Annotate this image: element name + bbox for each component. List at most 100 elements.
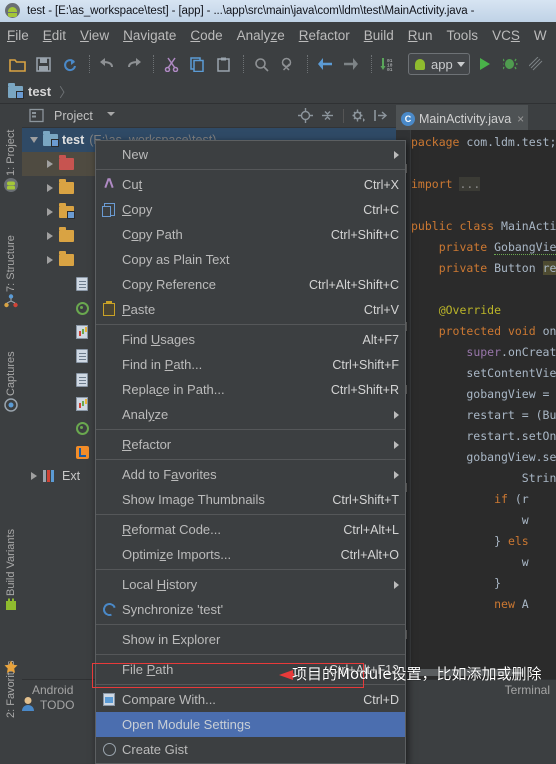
menu-item-copy-as-plain-text[interactable]: Copy as Plain Text <box>96 247 405 272</box>
menu-item-label: Refactor <box>122 437 172 452</box>
menu-item-find-usages[interactable]: Find Usages Alt+F7 <box>96 327 405 352</box>
editor-tab-strip: C MainActivity.java × <box>396 104 556 130</box>
menu-item-open-module-settings[interactable]: Open Module Settings <box>96 712 405 737</box>
editor-tab-mainactivity[interactable]: C MainActivity.java × <box>396 105 529 130</box>
menu-item-optimize-imports[interactable]: Optimize Imports... Ctrl+Alt+O <box>96 542 405 567</box>
menu-tools[interactable]: Tools <box>440 26 486 45</box>
project-view-icon <box>29 108 45 124</box>
scroll-from-source-icon[interactable] <box>298 107 314 124</box>
menu-item-create-gist[interactable]: Create Gist <box>96 737 405 762</box>
menu-item-show-image-thumbnails[interactable]: Show Image Thumbnails Ctrl+Shift+T <box>96 487 405 512</box>
collapse-all-icon[interactable] <box>320 108 336 124</box>
menu-item-reformat-code[interactable]: Reformat Code... Ctrl+Alt+L <box>96 517 405 542</box>
menu-build[interactable]: Build <box>357 26 401 45</box>
expander-icon[interactable] <box>44 256 56 264</box>
menu-file[interactable]: File <box>0 26 36 45</box>
menu-item-compare-with[interactable]: Compare With... Ctrl+D <box>96 687 405 712</box>
menu-item-show-in-explorer[interactable]: Show in Explorer <box>96 627 405 652</box>
menu-analyze[interactable]: Analyze <box>230 26 292 45</box>
run-configuration-selector[interactable]: app <box>408 53 470 75</box>
redo-icon[interactable] <box>122 53 144 75</box>
menu-item-accelerator: Ctrl+Alt+Shift+C <box>309 277 399 292</box>
submenu-arrow-icon <box>394 410 399 419</box>
menu-navigate[interactable]: Navigate <box>116 26 183 45</box>
android-studio-icon <box>5 3 21 19</box>
avd-manager-icon[interactable] <box>552 53 556 75</box>
menu-item-copy-path[interactable]: Copy Path Ctrl+Shift+C <box>96 222 405 247</box>
menu-item-synchronize[interactable]: Synchronize 'test' <box>96 597 405 622</box>
hide-panel-icon[interactable] <box>373 108 389 124</box>
expander-icon[interactable] <box>44 184 56 192</box>
module-folder-icon <box>42 131 59 148</box>
menu-item-copy[interactable]: Copy Ctrl+C <box>96 197 405 222</box>
iml-file-icon <box>74 444 90 460</box>
close-icon[interactable]: × <box>517 112 524 126</box>
expander-icon[interactable] <box>44 208 56 216</box>
back-icon[interactable] <box>314 53 336 75</box>
menu-view[interactable]: View <box>73 26 116 45</box>
menu-item-add-to-favorites[interactable]: Add to Favorites <box>96 462 405 487</box>
coverage-icon[interactable] <box>526 53 548 75</box>
status-android-label[interactable]: Android <box>32 683 73 697</box>
chevron-down-icon[interactable] <box>105 108 121 124</box>
menu-vcs[interactable]: VCS <box>485 26 527 45</box>
copy-icon[interactable] <box>186 53 208 75</box>
breadcrumb-root[interactable]: test <box>28 84 51 99</box>
menu-item-accelerator: Ctrl+D <box>363 692 399 707</box>
expander-icon[interactable] <box>28 472 40 480</box>
menu-item-refactor[interactable]: Refactor <box>96 432 405 457</box>
editor-code-content[interactable]: package com.ldm.test; import ... public … <box>411 130 556 679</box>
save-all-icon[interactable] <box>32 53 54 75</box>
status-todo-label[interactable]: TODO <box>40 698 74 712</box>
menu-code[interactable]: Code <box>183 26 229 45</box>
expander-icon[interactable] <box>28 137 40 143</box>
debug-icon[interactable] <box>500 53 522 75</box>
sync-icon[interactable] <box>58 53 80 75</box>
sidebar-item-captures[interactable]: Captures <box>0 326 22 396</box>
menu-item-cut[interactable]: Cut Ctrl+X <box>96 172 405 197</box>
left-tool-window-bar: 1: Project 7: Structure Captures Build V… <box>0 104 23 718</box>
sidebar-item-structure[interactable]: 7: Structure <box>0 208 22 292</box>
search-icon[interactable] <box>250 53 272 75</box>
menu-item-label: Paste <box>122 302 156 317</box>
menu-item-label: Replace in Path... <box>122 382 225 397</box>
properties-file-icon <box>74 324 90 340</box>
submenu-arrow-icon <box>394 470 399 479</box>
menu-item-label: Compare With... <box>122 692 216 707</box>
expander-icon[interactable] <box>44 232 56 240</box>
sidebar-item-build-variants[interactable]: Build Variants <box>0 504 22 596</box>
file-icon <box>74 276 90 292</box>
menu-item-new[interactable]: New <box>96 142 405 167</box>
cut-icon[interactable] <box>160 53 182 75</box>
chevron-down-icon <box>456 61 465 67</box>
sdk-manager-icon[interactable]: 01 10 01 <box>378 53 400 75</box>
menu-window[interactable]: W <box>527 26 554 45</box>
menu-item-accelerator: Ctrl+X <box>363 177 399 192</box>
menu-run[interactable]: Run <box>401 26 440 45</box>
paste-icon[interactable] <box>212 53 234 75</box>
status-terminal-label[interactable]: Terminal <box>505 683 550 697</box>
menu-item-label: Find in Path... <box>122 357 203 372</box>
menu-refactor[interactable]: Refactor <box>292 26 357 45</box>
forward-icon[interactable] <box>340 53 362 75</box>
sidebar-item-project[interactable]: 1: Project <box>0 108 22 176</box>
toolbar-separator <box>371 55 373 73</box>
undo-icon[interactable] <box>96 53 118 75</box>
run-icon[interactable] <box>474 53 496 75</box>
expander-icon[interactable] <box>44 160 56 168</box>
menu-item-local-history[interactable]: Local History <box>96 572 405 597</box>
menu-item-replace-in-path[interactable]: Replace in Path... Ctrl+Shift+R <box>96 377 405 402</box>
java-class-icon: C <box>401 111 415 126</box>
menu-item-analyze[interactable]: Analyze <box>96 402 405 427</box>
menu-edit[interactable]: Edit <box>36 26 73 45</box>
sidebar-item-favorites[interactable]: 2: Favorites <box>0 632 22 718</box>
compare-icon <box>96 693 122 706</box>
project-panel-title: Project <box>54 108 93 123</box>
gear-icon[interactable] <box>351 108 367 124</box>
menu-item-paste[interactable]: Paste Ctrl+V <box>96 297 405 322</box>
open-folder-icon[interactable] <box>6 53 28 75</box>
menu-item-accelerator: Ctrl+Alt+O <box>340 547 399 562</box>
replace-icon[interactable] <box>276 53 298 75</box>
menu-item-find-in-path[interactable]: Find in Path... Ctrl+Shift+F <box>96 352 405 377</box>
menu-item-copy-reference[interactable]: Copy Reference Ctrl+Alt+Shift+C <box>96 272 405 297</box>
